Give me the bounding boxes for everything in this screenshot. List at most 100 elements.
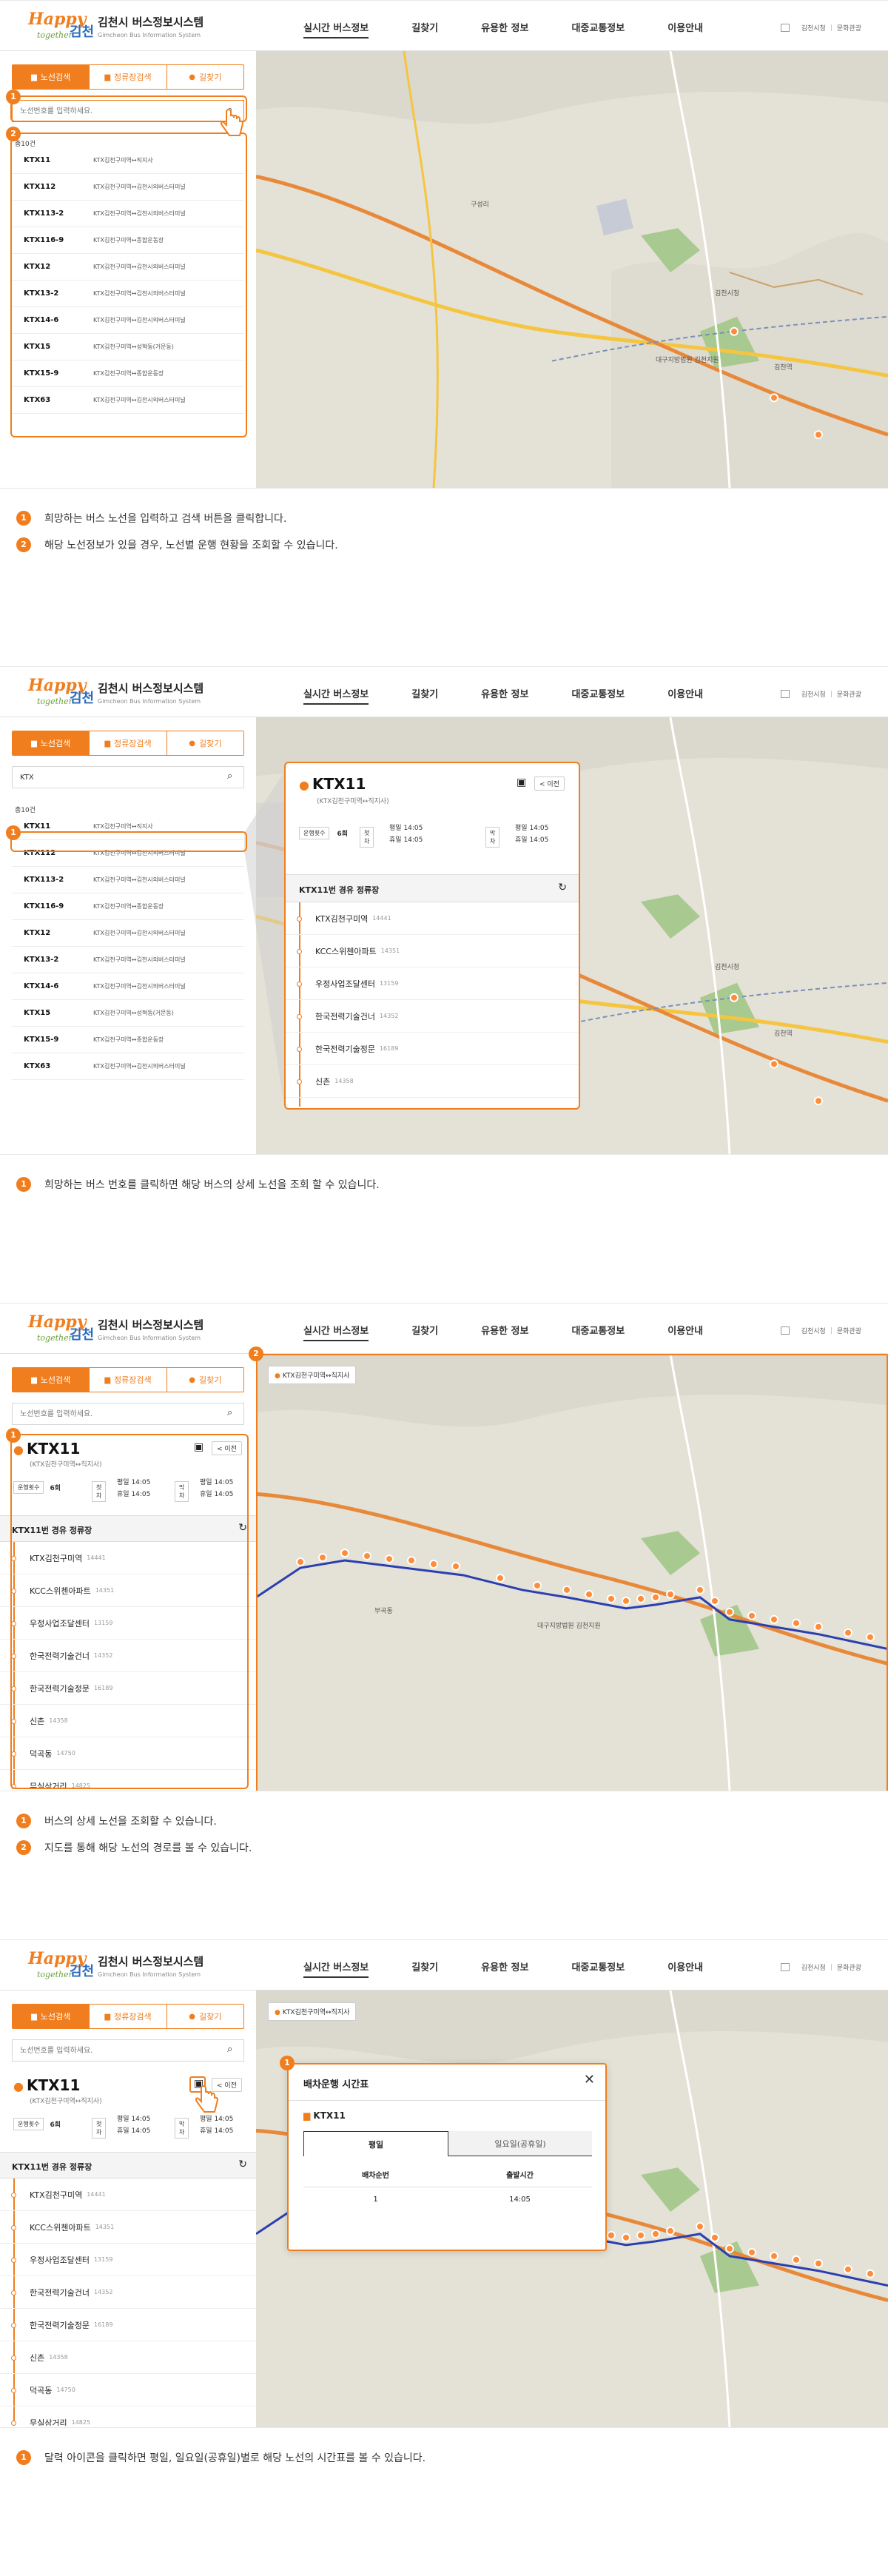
map-view[interactable]: 김천시청 김천역 대구지방법원 김천지원 구성리: [256, 51, 888, 488]
home-icon[interactable]: [780, 24, 790, 32]
bus-stop-marker-icon[interactable]: [844, 2264, 852, 2274]
util-tourism[interactable]: 문화관광: [837, 1326, 861, 1335]
util-cityhall[interactable]: 김천시청: [801, 1962, 826, 1972]
tab-directions[interactable]: ● 길찾기: [167, 2005, 243, 2028]
util-cityhall[interactable]: 김천시청: [801, 1326, 826, 1335]
bus-stop-marker-icon[interactable]: [747, 2247, 756, 2257]
nav-realtime[interactable]: 실시간 버스정보: [303, 686, 369, 705]
nav-realtime[interactable]: 실시간 버스정보: [303, 1959, 369, 1978]
bus-stop-marker-icon[interactable]: [651, 2229, 660, 2238]
nav-directions[interactable]: 길찾기: [411, 1959, 438, 1978]
bus-stop-marker-icon[interactable]: [792, 2255, 801, 2264]
bus-stop-marker-icon[interactable]: [710, 2233, 719, 2242]
nav-guide[interactable]: 이용안내: [667, 20, 703, 38]
bus-stop-marker-icon[interactable]: [622, 2233, 630, 2242]
bus-stop-marker-icon[interactable]: [636, 2230, 645, 2240]
tab-stop-search[interactable]: ▆ 정류장검색: [90, 65, 167, 89]
nav-realtime[interactable]: 실시간 버스정보: [303, 1323, 369, 1341]
nav-transit-info[interactable]: 대중교통정보: [571, 686, 625, 705]
stop-row[interactable]: 신촌 14358: [286, 1065, 579, 1098]
home-icon[interactable]: [780, 1963, 790, 1971]
bus-stop-marker-icon[interactable]: [725, 2244, 734, 2253]
route-search-input[interactable]: [13, 2040, 212, 2061]
util-cityhall[interactable]: 김천시청: [801, 689, 826, 699]
back-button[interactable]: < 이전: [534, 777, 565, 791]
stop-row[interactable]: 한국전력기술정문 16189: [0, 2309, 256, 2341]
route-row[interactable]: KTX12 KTX김천구미역↔김천시외버스터미널: [12, 920, 244, 947]
search-icon[interactable]: ⌕: [227, 2045, 238, 2055]
nav-useful-info[interactable]: 유용한 정보: [481, 1959, 528, 1978]
city-logo[interactable]: Happy together 김천: [28, 676, 95, 710]
caption-badge: 1: [16, 1177, 31, 1192]
calendar-icon[interactable]: ▣: [517, 777, 526, 788]
util-tourism[interactable]: 문화관광: [837, 689, 861, 699]
stop-row[interactable]: 한국전력기술건너 14352: [286, 1000, 579, 1033]
tab-stop-search[interactable]: ▆ 정류장검색: [90, 1368, 167, 1392]
bus-stop-marker-icon[interactable]: [696, 2221, 704, 2231]
search-icon[interactable]: ⌕: [227, 771, 238, 782]
route-row[interactable]: KTX15 KTX김천구미역↔성혁동(거문동): [12, 1000, 244, 1027]
home-icon[interactable]: [780, 1326, 790, 1335]
bus-stop-marker-icon[interactable]: [866, 2269, 875, 2278]
stop-row[interactable]: 한국전력기술건너 14352: [0, 2276, 256, 2309]
city-logo[interactable]: Happy together 김천: [28, 1949, 95, 1983]
tab-directions[interactable]: ● 길찾기: [167, 1368, 243, 1392]
stop-row[interactable]: 덕곡동14750: [0, 2374, 256, 2406]
stop-row[interactable]: 우정사업조달센터 13159: [286, 967, 579, 1000]
bus-stop-marker-icon[interactable]: [666, 2226, 675, 2235]
bus-stop-marker-icon[interactable]: [814, 2258, 823, 2268]
stop-row[interactable]: KCC스위첸아파트 14351: [0, 2211, 256, 2244]
nav-realtime[interactable]: 실시간 버스정보: [303, 20, 369, 38]
nav-guide[interactable]: 이용안내: [667, 686, 703, 705]
nav-directions[interactable]: 길찾기: [411, 20, 438, 38]
stop-row[interactable]: KTX김천구미역 14441: [286, 902, 579, 935]
bus-stop-marker-icon[interactable]: [607, 2230, 616, 2240]
home-icon[interactable]: [780, 690, 790, 698]
stop-row[interactable]: 한국전력기술정문 16189: [286, 1033, 579, 1065]
city-logo[interactable]: Happy together 김천: [28, 10, 95, 44]
tab-stop-search[interactable]: ▆ 정류장검색: [90, 731, 167, 755]
stop-row[interactable]: 덕곡동14750: [286, 1098, 579, 1107]
tab-weekday[interactable]: 평일: [303, 2131, 448, 2156]
city-logo[interactable]: Happy together 김천: [28, 1312, 95, 1346]
nav-directions[interactable]: 길찾기: [411, 1323, 438, 1341]
bus-stop-marker-icon[interactable]: [770, 2251, 778, 2261]
tab-route-search[interactable]: ▆ 노선검색: [13, 2005, 90, 2028]
route-row[interactable]: KTX15-9 KTX김천구미역↔종합운동장: [12, 1027, 244, 1053]
route-search-input[interactable]: [13, 767, 212, 788]
tab-directions[interactable]: ● 길찾기: [167, 65, 243, 89]
close-icon[interactable]: ✕: [584, 2072, 595, 2087]
tab-route-search[interactable]: ▆ 노선검색: [13, 731, 90, 755]
route-search-input[interactable]: [13, 1403, 212, 1424]
stop-row[interactable]: 우정사업조달센터 13159: [0, 2244, 256, 2276]
route-row[interactable]: KTX14-6 KTX김천구미역↔김천시외버스터미널: [12, 973, 244, 1000]
nav-useful-info[interactable]: 유용한 정보: [481, 1323, 528, 1341]
nav-transit-info[interactable]: 대중교통정보: [571, 20, 625, 38]
nav-useful-info[interactable]: 유용한 정보: [481, 686, 528, 705]
nav-guide[interactable]: 이용안내: [667, 1323, 703, 1341]
nav-transit-info[interactable]: 대중교통정보: [571, 1323, 625, 1341]
stop-row[interactable]: 무실삼거리 14825: [0, 2406, 256, 2426]
stop-row[interactable]: KTX김천구미역 14441: [0, 2178, 256, 2211]
tab-holiday[interactable]: 일요일(공휴일): [448, 2131, 592, 2156]
nav-useful-info[interactable]: 유용한 정보: [481, 20, 528, 38]
tab-directions[interactable]: ● 길찾기: [167, 731, 243, 755]
nav-guide[interactable]: 이용안내: [667, 1959, 703, 1978]
route-row[interactable]: KTX13-2 KTX김천구미역↔김천시외버스터미널: [12, 947, 244, 973]
stop-row[interactable]: 신촌 14358: [0, 2341, 256, 2374]
search-icon[interactable]: ⌕: [227, 1408, 238, 1418]
tab-stop-search[interactable]: ▆ 정류장검색: [90, 2005, 167, 2028]
tab-route-search[interactable]: ▆ 노선검색: [13, 65, 90, 89]
refresh-icon[interactable]: ↻: [558, 882, 567, 893]
util-tourism[interactable]: 문화관광: [837, 23, 861, 33]
route-row[interactable]: KTX113-2 KTX김천구미역↔김천시외버스터미널: [12, 867, 244, 893]
route-row[interactable]: KTX63 KTX김천구미역↔김천시외버스터미널: [12, 1053, 244, 1080]
util-tourism[interactable]: 문화관광: [837, 1962, 861, 1972]
refresh-icon[interactable]: ↻: [238, 2159, 247, 2170]
stop-row[interactable]: KCC스위첸아파트 14351: [286, 935, 579, 967]
tab-route-search[interactable]: ▆ 노선검색: [13, 1368, 90, 1392]
nav-directions[interactable]: 길찾기: [411, 686, 438, 705]
nav-transit-info[interactable]: 대중교통정보: [571, 1959, 625, 1978]
util-cityhall[interactable]: 김천시청: [801, 23, 826, 33]
route-row[interactable]: KTX116-9 KTX김천구미역↔종합운동장: [12, 893, 244, 920]
